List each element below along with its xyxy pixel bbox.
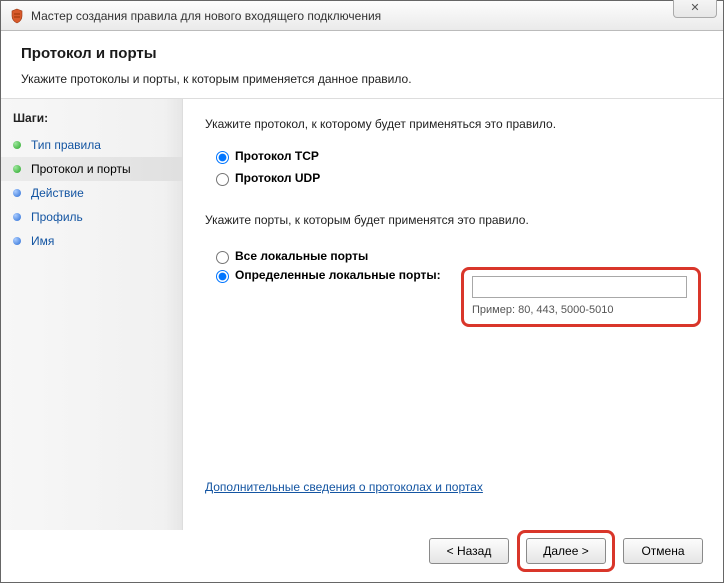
ports-all-radio[interactable] bbox=[216, 251, 229, 264]
firewall-icon bbox=[9, 8, 25, 24]
step-profile[interactable]: Профиль bbox=[1, 205, 182, 229]
learn-more-link[interactable]: Дополнительные сведения о протоколах и п… bbox=[205, 480, 701, 494]
step-action[interactable]: Действие bbox=[1, 181, 182, 205]
back-button[interactable]: < Назад bbox=[429, 538, 509, 564]
bullet-icon bbox=[13, 237, 21, 245]
ports-specific-label[interactable]: Определенные локальные порты: bbox=[235, 268, 441, 282]
ports-all-row: Все локальные порты bbox=[211, 248, 701, 264]
ports-all-label[interactable]: Все локальные порты bbox=[235, 249, 368, 263]
step-rule-type[interactable]: Тип правила bbox=[1, 133, 182, 157]
step-label: Тип правила bbox=[31, 138, 101, 152]
header-area: Протокол и порты Укажите протоколы и пор… bbox=[1, 31, 723, 99]
titlebar: Мастер создания правила для нового входя… bbox=[1, 1, 723, 31]
button-row: < Назад Далее > Отмена bbox=[1, 530, 723, 582]
next-button-highlight: Далее > bbox=[517, 530, 615, 572]
step-label: Действие bbox=[31, 186, 84, 200]
ports-example: Пример: 80, 443, 5000-5010 bbox=[472, 304, 690, 316]
protocol-tcp-radio[interactable] bbox=[216, 151, 229, 164]
protocol-tcp-row: Протокол TCP bbox=[211, 148, 701, 164]
ports-input-highlight: Пример: 80, 443, 5000-5010 bbox=[461, 267, 701, 327]
protocol-prompt: Укажите протокол, к которому будет приме… bbox=[205, 117, 701, 131]
close-button[interactable]: ✕ bbox=[673, 0, 717, 18]
wizard-window: Мастер создания правила для нового входя… bbox=[0, 0, 724, 583]
next-button[interactable]: Далее > bbox=[526, 538, 606, 564]
protocol-udp-label[interactable]: Протокол UDP bbox=[235, 171, 320, 185]
ports-input[interactable] bbox=[472, 276, 687, 298]
protocol-udp-row: Протокол UDP bbox=[211, 170, 701, 186]
bullet-icon bbox=[13, 213, 21, 221]
page-title: Протокол и порты bbox=[21, 45, 703, 62]
bullet-icon bbox=[13, 141, 21, 149]
window-title: Мастер создания правила для нового входя… bbox=[31, 9, 381, 23]
bullet-icon bbox=[13, 189, 21, 197]
ports-block: Все локальные порты Определенные локальн… bbox=[205, 245, 701, 330]
bullet-icon bbox=[13, 165, 21, 173]
page-subtitle: Укажите протоколы и порты, к которым при… bbox=[21, 72, 703, 86]
step-label: Протокол и порты bbox=[31, 162, 131, 176]
body-area: Шаги: Тип правила Протокол и порты Дейст… bbox=[1, 99, 723, 530]
close-icon: ✕ bbox=[690, 1, 699, 14]
step-name[interactable]: Имя bbox=[1, 229, 182, 253]
protocol-tcp-label[interactable]: Протокол TCP bbox=[235, 149, 319, 163]
ports-specific-row: Определенные локальные порты: Пример: 80… bbox=[211, 267, 701, 327]
protocol-udp-radio[interactable] bbox=[216, 173, 229, 186]
steps-label: Шаги: bbox=[1, 105, 182, 133]
step-label: Профиль bbox=[31, 210, 83, 224]
cancel-button[interactable]: Отмена bbox=[623, 538, 703, 564]
ports-specific-radio[interactable] bbox=[216, 270, 229, 283]
step-label: Имя bbox=[31, 234, 54, 248]
steps-sidebar: Шаги: Тип правила Протокол и порты Дейст… bbox=[1, 99, 183, 530]
step-protocol-ports[interactable]: Протокол и порты bbox=[1, 157, 182, 181]
content-panel: Укажите протокол, к которому будет приме… bbox=[183, 99, 723, 530]
ports-prompt: Укажите порты, к которым будет применятс… bbox=[205, 213, 701, 227]
